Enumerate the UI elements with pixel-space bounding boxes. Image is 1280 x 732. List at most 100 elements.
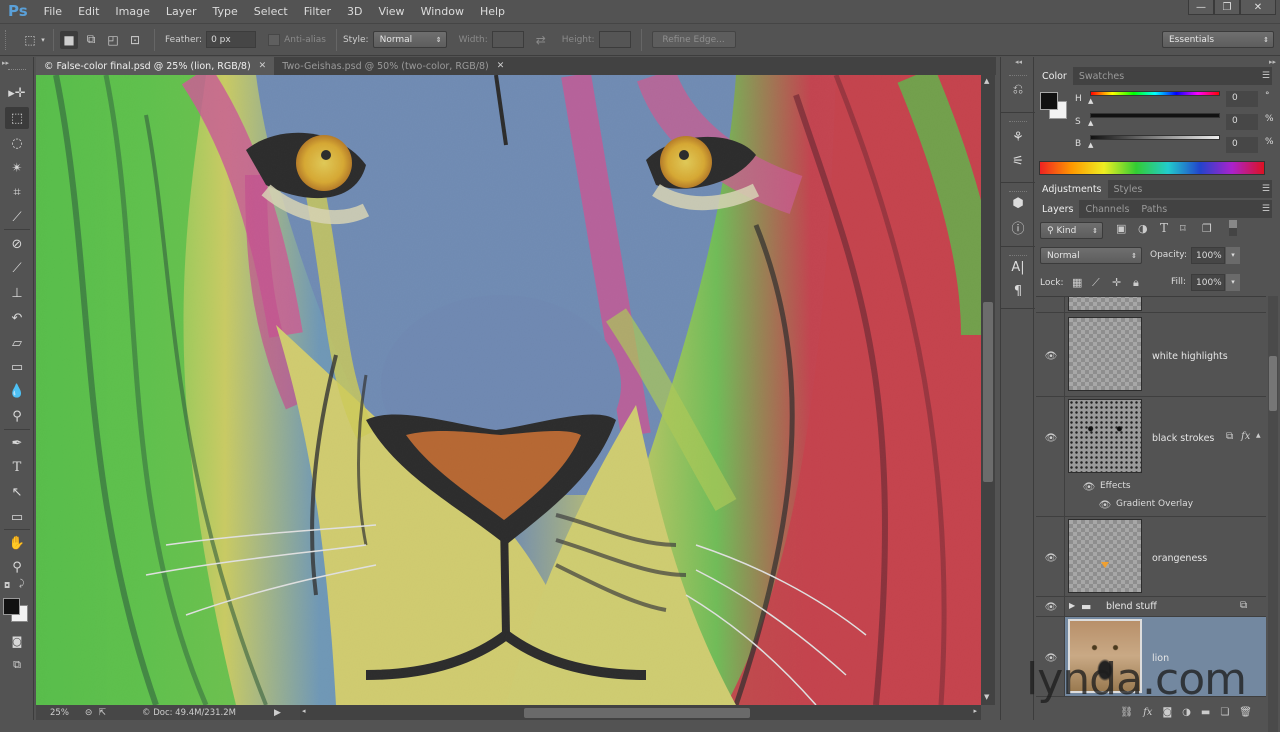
expand-group-icon[interactable]: ▶ <box>1069 601 1075 610</box>
eraser-tool-icon[interactable]: ▱ <box>5 332 29 354</box>
add-to-selection-icon[interactable]: ⧉ <box>82 31 100 49</box>
toolbar-grip[interactable] <box>8 69 26 72</box>
menu-select[interactable]: Select <box>254 5 288 18</box>
menu-image[interactable]: Image <box>115 5 149 18</box>
share-icon[interactable]: ⇱ <box>98 708 106 718</box>
tab-styles[interactable]: Styles <box>1108 180 1149 198</box>
vertical-scroll-thumb[interactable] <box>983 302 993 482</box>
healing-brush-tool-icon[interactable]: ⊘ <box>5 233 29 255</box>
proof-icon[interactable]: ⊝ <box>85 708 93 718</box>
filter-type-icon[interactable]: T <box>1160 221 1168 235</box>
marquee-preset-icon[interactable]: ⬚ <box>21 31 39 49</box>
hue-slider[interactable] <box>1090 91 1220 96</box>
add-mask-icon[interactable]: ◙ <box>1162 707 1172 718</box>
crop-tool-icon[interactable]: ⌗ <box>5 181 29 203</box>
status-menu-arrow-icon[interactable]: ▶ <box>274 708 281 718</box>
menu-3d[interactable]: 3D <box>347 5 362 18</box>
layer-row-white-highlights[interactable]: 👁︎ white highlights <box>1036 313 1266 397</box>
layers-scroll-thumb[interactable] <box>1269 356 1277 411</box>
width-input[interactable] <box>491 31 524 48</box>
lasso-tool-icon[interactable]: ◌ <box>5 132 29 154</box>
color-foreground-swatch[interactable] <box>1040 92 1058 110</box>
vertical-scrollbar[interactable]: ▲ ▼ <box>981 75 995 705</box>
3d-icon[interactable]: ⬢ <box>1008 193 1028 213</box>
tab-adjustments[interactable]: Adjustments <box>1036 180 1108 198</box>
menu-file[interactable]: File <box>44 5 62 18</box>
brightness-value[interactable]: 0 <box>1226 137 1258 153</box>
opacity-input[interactable]: 100% <box>1191 247 1225 264</box>
lock-position-icon[interactable]: ✛ <box>1112 276 1121 289</box>
pen-tool-icon[interactable]: ✒ <box>5 432 29 454</box>
eyedropper-tool-icon[interactable]: ⟋ <box>5 206 29 228</box>
workspace-select[interactable]: Essentials ⇕ <box>1162 31 1274 48</box>
quick-mask-icon[interactable]: ◙ <box>5 630 29 652</box>
filter-shape-icon[interactable]: ⌑ <box>1180 222 1186 235</box>
panel-menu-icon[interactable]: ☰ <box>1262 204 1270 214</box>
fx-icon[interactable]: fx <box>1241 431 1250 442</box>
swap-colors-icon[interactable]: ⤸ <box>19 579 24 589</box>
info-icon[interactable]: ⓘ <box>1008 217 1028 237</box>
brush-panel-icon[interactable]: ⚟ <box>1008 151 1028 171</box>
doc-tab-false-color[interactable]: © False-color final.psd @ 25% (lion, RGB… <box>36 57 275 75</box>
blur-tool-icon[interactable]: 💧 <box>5 380 29 402</box>
path-selection-tool-icon[interactable]: ↖ <box>5 481 29 503</box>
default-colors-icon[interactable]: ◘ <box>4 581 10 590</box>
height-input[interactable] <box>598 31 631 48</box>
zoom-tool-icon[interactable]: ⚲ <box>5 556 29 578</box>
effects-visibility-eye-icon[interactable]: 👁︎ <box>1082 482 1096 493</box>
lock-transparency-icon[interactable]: ▦ <box>1072 276 1082 289</box>
dock-grip[interactable] <box>1009 186 1027 192</box>
intersect-selection-icon[interactable]: ⊡ <box>126 31 144 49</box>
brightness-slider[interactable] <box>1090 135 1220 140</box>
hand-tool-icon[interactable]: ✋ <box>5 532 29 554</box>
feather-input[interactable]: 0 px <box>206 31 257 48</box>
saturation-slider[interactable] <box>1090 113 1220 118</box>
gradient-overlay-eye-icon[interactable]: 👁︎ <box>1098 500 1112 511</box>
fill-input[interactable]: 100% <box>1191 274 1225 291</box>
foreground-color-swatch[interactable] <box>3 598 20 615</box>
scroll-down-icon[interactable]: ▼ <box>984 693 989 701</box>
lock-all-icon[interactable]: 🔒︎ <box>1133 276 1139 290</box>
blend-mode-select[interactable]: Normal ⇕ <box>1040 247 1142 264</box>
layer-row-black-strokes[interactable]: 👁︎ black strokes ⧉ fx ▲ 👁︎ Effects 👁︎ Gr… <box>1036 397 1266 517</box>
fill-dropdown-icon[interactable]: ▾ <box>1226 274 1240 291</box>
close-tab-icon[interactable]: ✕ <box>259 61 267 71</box>
filter-adjustment-icon[interactable]: ◑ <box>1138 222 1148 235</box>
layer-filter-select[interactable]: ⚲ Kind ⇕ <box>1040 222 1103 239</box>
style-select[interactable]: Normal ⇕ <box>372 31 447 48</box>
options-grip[interactable] <box>5 29 9 50</box>
hue-value[interactable]: 0 <box>1226 91 1258 107</box>
brightness-slider-handle[interactable]: ▲ <box>1088 141 1093 149</box>
close-tab-icon[interactable]: ✕ <box>497 61 505 71</box>
scroll-up-icon[interactable]: ▲ <box>984 77 989 85</box>
tab-layers[interactable]: Layers <box>1036 200 1080 218</box>
menu-view[interactable]: View <box>378 5 404 18</box>
menu-type[interactable]: Type <box>213 5 238 18</box>
character-icon[interactable]: A| <box>1008 257 1028 277</box>
new-adjustment-layer-icon[interactable]: ◑ <box>1182 707 1191 718</box>
history-icon[interactable]: ⎌ <box>1008 79 1028 99</box>
brush-presets-icon[interactable]: ⚘ <box>1008 127 1028 147</box>
menu-filter[interactable]: Filter <box>304 5 331 18</box>
tab-channels[interactable]: Channels <box>1079 200 1135 218</box>
opacity-dropdown-icon[interactable]: ▾ <box>1226 247 1240 264</box>
filter-pixel-icon[interactable]: ▣ <box>1116 222 1126 235</box>
visibility-eye-icon[interactable]: 👁︎ <box>1044 553 1058 564</box>
chevron-down-icon[interactable]: ▾ <box>39 31 47 49</box>
tab-color[interactable]: Color <box>1036 67 1073 85</box>
add-layer-style-icon[interactable]: fx <box>1143 707 1152 718</box>
tab-paths[interactable]: Paths <box>1135 200 1173 218</box>
hue-slider-handle[interactable]: ▲ <box>1088 97 1093 105</box>
rectangle-tool-icon[interactable]: ▭ <box>5 506 29 528</box>
swap-dimensions-icon[interactable]: ⇄ <box>532 31 550 49</box>
clone-stamp-tool-icon[interactable]: ⊥ <box>5 282 29 304</box>
collapse-icon[interactable]: ▸▸ <box>2 59 9 67</box>
dock-grip[interactable] <box>1009 70 1027 76</box>
paragraph-icon[interactable]: ¶ <box>1008 281 1028 301</box>
new-layer-icon[interactable]: ❏ <box>1220 707 1229 718</box>
dodge-tool-icon[interactable]: ⚲ <box>5 405 29 427</box>
antialias-checkbox[interactable] <box>268 33 281 46</box>
doc-tab-two-geishas[interactable]: Two-Geishas.psd @ 50% (two-color, RGB/8)… <box>274 57 512 75</box>
visibility-eye-icon[interactable]: 👁︎ <box>1044 351 1058 362</box>
layer-row-orangeness[interactable]: 👁︎ orangeness <box>1036 517 1266 597</box>
